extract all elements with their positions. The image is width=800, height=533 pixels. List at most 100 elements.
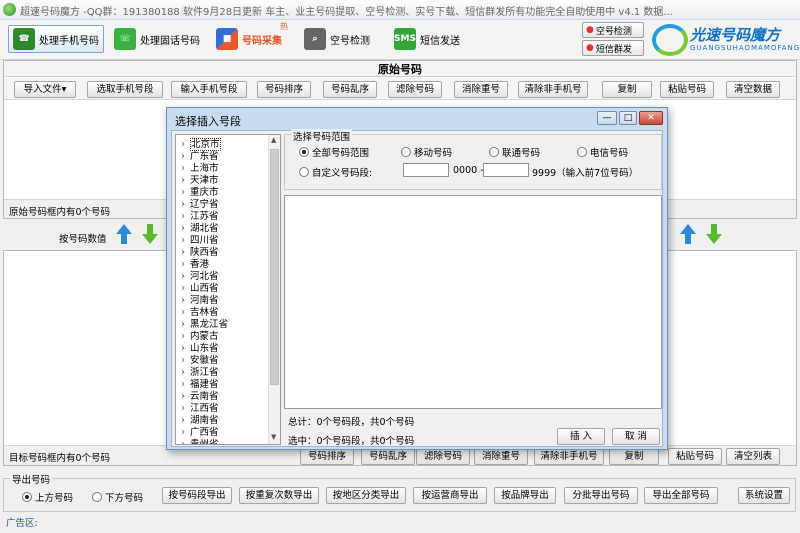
- select-mobile-segment-button[interactable]: 选取手机号段: [87, 81, 163, 98]
- target-copy-button[interactable]: 复制: [609, 448, 659, 465]
- tree-item[interactable]: › 安徽省: [176, 352, 218, 366]
- tree-item[interactable]: › 陕西省: [176, 244, 218, 258]
- radio-all-range[interactable]: 全部号码范围: [299, 145, 369, 159]
- tab-empty-check[interactable]: ⌕ 空号检测: [300, 25, 380, 53]
- target-filter-button[interactable]: 滤除号码: [416, 448, 470, 465]
- tree-item[interactable]: › 上海市: [176, 160, 218, 174]
- radio-all-label: 全部号码范围: [312, 148, 370, 159]
- tree-item[interactable]: › 北京市: [176, 136, 221, 151]
- tab-mobile-numbers[interactable]: ☎ 处理手机号码: [8, 25, 104, 53]
- phone-icon: ☎: [13, 28, 35, 50]
- dedupe-numbers-button[interactable]: 消除重号: [454, 81, 508, 98]
- custom-to-input[interactable]: [483, 163, 529, 177]
- tree-item[interactable]: › 广东省: [176, 148, 218, 162]
- export-by-region-button[interactable]: 按地区分类导出: [326, 487, 406, 504]
- radio-upper-numbers[interactable]: 上方号码: [22, 490, 73, 504]
- tree-item[interactable]: › 辽宁省: [176, 196, 218, 210]
- app-icon: [3, 3, 16, 16]
- minimize-button[interactable]: —: [597, 111, 617, 125]
- remove-non-mobile-button[interactable]: 清除非手机号: [518, 81, 588, 98]
- tree-item[interactable]: › 内蒙古: [176, 328, 218, 342]
- input-mobile-segment-button[interactable]: 输入手机号段: [171, 81, 247, 98]
- copy-button[interactable]: 复制: [602, 81, 652, 98]
- sort-numbers-button[interactable]: 号码排序: [257, 81, 311, 98]
- tab-sms-send[interactable]: SMS 短信发送: [390, 25, 470, 53]
- shuffle-numbers-button[interactable]: 号码乱序: [323, 81, 377, 98]
- target-remove-non-mobile-button[interactable]: 清除非手机号: [534, 448, 604, 465]
- custom-to-suffix: 9999（输入前7位号码）: [532, 168, 639, 179]
- tree-item[interactable]: › 江西省: [176, 400, 218, 414]
- sms-mass-button[interactable]: ● 短信群发: [582, 40, 644, 56]
- radio-unicom-indicator: [489, 147, 499, 157]
- tab-number-collect[interactable]: ■ 号码采集 热: [212, 22, 292, 53]
- move-up-icon[interactable]: [679, 224, 697, 246]
- tree-item[interactable]: › 吉林省: [176, 304, 218, 318]
- tree-item[interactable]: › 福建省: [176, 376, 218, 390]
- paste-numbers-button[interactable]: 粘贴号码: [660, 81, 714, 98]
- custom-from-suffix: 0000 -: [453, 165, 484, 176]
- target-shuffle-button[interactable]: 号码乱序: [361, 448, 415, 465]
- insert-button[interactable]: 插 入: [557, 428, 605, 445]
- tree-item[interactable]: › 湖南省: [176, 412, 218, 426]
- radio-mobile[interactable]: 移动号码: [401, 145, 452, 159]
- blocks-icon: ■: [216, 28, 238, 50]
- tree-item[interactable]: › 江苏省: [176, 208, 218, 222]
- province-tree[interactable]: › 北京市 › 广东省 › 上海市 › 天津市 › 重庆市 › 辽宁省 › 江苏省 › 湖北省 › 四川省 › 陕西省…: [175, 134, 281, 445]
- tree-item[interactable]: › 河南省: [176, 292, 218, 306]
- tree-scrollbar[interactable]: ▲ ▼: [268, 135, 280, 444]
- batch-export-button[interactable]: 分批导出号码: [564, 487, 638, 504]
- tab-number-collect-label: 号码采集: [242, 35, 282, 47]
- tree-item[interactable]: › 广西省: [176, 424, 218, 438]
- tree-item[interactable]: › 香港: [176, 256, 209, 270]
- window-title: 超速号码魔方 -QQ群：191380188 软件9月28日更新 车主、业主号码提…: [20, 7, 673, 18]
- tree-item-label: 贵州省: [190, 439, 219, 445]
- export-by-brand-button[interactable]: 按品牌导出: [494, 487, 556, 504]
- maximize-button[interactable]: □: [619, 111, 637, 125]
- empty-check-button[interactable]: ● 空号检测: [582, 22, 644, 38]
- tree-item[interactable]: › 山东省: [176, 340, 218, 354]
- tree-item[interactable]: › 黑龙江省: [176, 316, 228, 330]
- tree-item[interactable]: › 湖北省: [176, 220, 218, 234]
- export-all-button[interactable]: 导出全部号码: [644, 487, 718, 504]
- logo-subtext: GUANGSUHAOMAMOFANG: [690, 44, 800, 52]
- scrollbar-thumb[interactable]: [270, 149, 279, 385]
- system-settings-button[interactable]: 系统设置: [738, 487, 790, 504]
- move-down-icon[interactable]: [141, 224, 159, 246]
- radio-custom-range[interactable]: 自定义号码段:: [299, 165, 372, 179]
- import-file-button[interactable]: 导入文件▾: [14, 81, 76, 98]
- tab-landline-numbers-label: 处理固话号码: [140, 35, 200, 47]
- radio-custom-indicator: [299, 167, 309, 177]
- tree-item[interactable]: › 天津市: [176, 172, 218, 186]
- target-sort-button[interactable]: 号码排序: [300, 448, 354, 465]
- export-by-segment-button[interactable]: 按号码段导出: [162, 487, 232, 504]
- logo-text: 光速号码魔方: [690, 26, 781, 44]
- filter-numbers-button[interactable]: 滤除号码: [388, 81, 442, 98]
- target-clear-list-button[interactable]: 清空列表: [726, 448, 780, 465]
- export-by-repeat-button[interactable]: 按重复次数导出: [239, 487, 319, 504]
- move-down-icon[interactable]: [705, 224, 723, 246]
- export-by-carrier-button[interactable]: 按运营商导出: [413, 487, 487, 504]
- tree-item[interactable]: › 河北省: [176, 268, 218, 282]
- target-paste-button[interactable]: 粘贴号码: [668, 448, 722, 465]
- chevron-right-icon[interactable]: ›: [176, 439, 190, 444]
- tree-item[interactable]: › 浙江省: [176, 364, 218, 378]
- tree-item[interactable]: › 山西省: [176, 280, 218, 294]
- tree-item[interactable]: › 重庆市: [176, 184, 218, 198]
- scroll-down-icon[interactable]: ▼: [271, 433, 276, 441]
- radio-lower-numbers[interactable]: 下方号码: [92, 490, 143, 504]
- target-dedupe-button[interactable]: 消除重号: [474, 448, 528, 465]
- hot-badge: 热: [280, 22, 288, 31]
- radio-unicom[interactable]: 联通号码: [489, 145, 540, 159]
- selected-segments-list[interactable]: [284, 195, 662, 409]
- radio-telecom[interactable]: 电信号码: [577, 145, 628, 159]
- scroll-up-icon[interactable]: ▲: [271, 136, 276, 144]
- tab-landline-numbers[interactable]: ☏ 处理固话号码: [110, 25, 206, 53]
- clear-data-button[interactable]: 清空数据: [726, 81, 780, 98]
- tree-item[interactable]: › 云南省: [176, 388, 218, 402]
- close-button[interactable]: ✕: [639, 111, 663, 125]
- tree-item[interactable]: › 四川省: [176, 232, 218, 246]
- tree-item[interactable]: › 贵州省: [176, 436, 219, 445]
- cancel-button[interactable]: 取 消: [612, 428, 660, 445]
- move-up-icon[interactable]: [115, 224, 133, 246]
- custom-from-input[interactable]: [403, 163, 449, 177]
